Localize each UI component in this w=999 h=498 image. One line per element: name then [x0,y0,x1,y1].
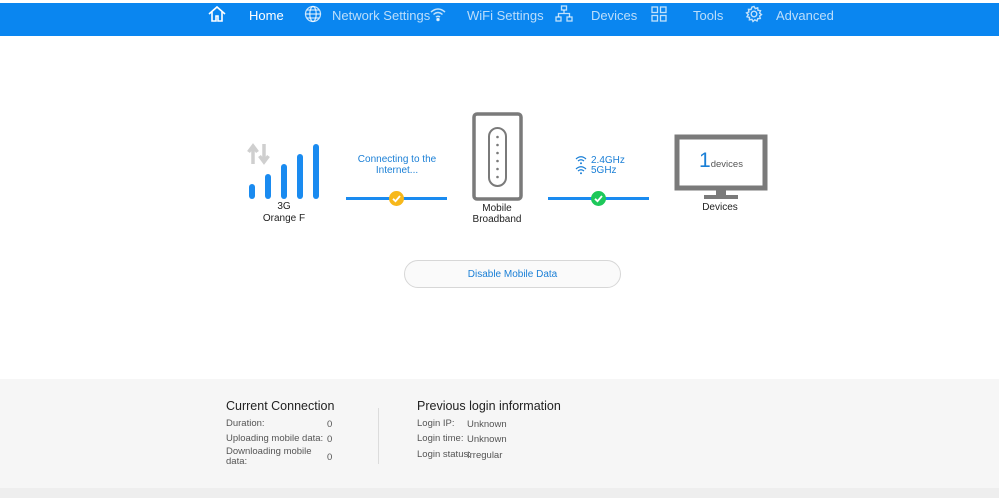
downloading-value: 0 [327,452,333,463]
disable-mobile-data-button[interactable]: Disable Mobile Data [404,260,621,288]
login-time-label: Login time: [417,433,464,444]
login-ip-value: Unknown [467,419,507,430]
nav-tools[interactable]: Tools [693,3,723,27]
devices-unit: devices [710,159,743,170]
grid-tools-icon[interactable] [649,4,669,24]
network-topology-icon[interactable] [554,4,574,24]
nav-advanced[interactable]: Advanced [776,3,834,27]
login-time-value: Unknown [467,434,507,445]
duration-label: Duration: [226,418,265,429]
wifi-icon [575,156,587,165]
devices-count-display[interactable]: 1devices [674,149,768,173]
login-ip-label: Login IP: [417,418,455,429]
devices-label: Devices [702,202,738,213]
ok-check-icon [591,191,606,206]
current-connection-title: Current Connection [226,399,335,413]
footer-bottom-strip [0,488,999,498]
mobile-broadband-router-icon [472,112,523,201]
downloading-label: Downloading mobile data: [226,446,312,467]
warning-check-icon [389,191,404,206]
network-type-label: 3G [277,201,291,212]
gear-icon[interactable] [744,4,764,24]
nav-network-settings[interactable]: Network Settings [332,3,430,27]
nav-devices[interactable]: Devices [591,3,637,27]
previous-login-title: Previous login information [417,399,561,413]
signal-strength-icon [247,143,319,199]
login-status-value: Irregular [467,450,503,461]
globe-icon[interactable] [303,4,323,24]
duration-value: 0 [327,419,333,430]
device-label: Mobile Broadband [472,203,522,225]
operator-label: Orange F [262,213,306,224]
home-icon[interactable] [207,4,227,24]
login-status-label: Login status: [417,449,471,460]
top-navigation-bar: Home Network Settings WiFi Settings Devi… [0,3,999,36]
uploading-label: Uploading mobile data: [226,433,324,444]
connection-status-text: Connecting to the Internet... [357,154,437,176]
nav-wifi-settings[interactable]: WiFi Settings [467,3,544,27]
devices-count: 1 [699,149,711,172]
wifi-icon[interactable] [428,4,448,24]
nav-home[interactable]: Home [249,3,284,27]
footer-divider [378,408,379,464]
uploading-value: 0 [327,434,333,445]
wifi-band-5: 5GHz [591,165,617,176]
wifi-icon [575,166,587,175]
